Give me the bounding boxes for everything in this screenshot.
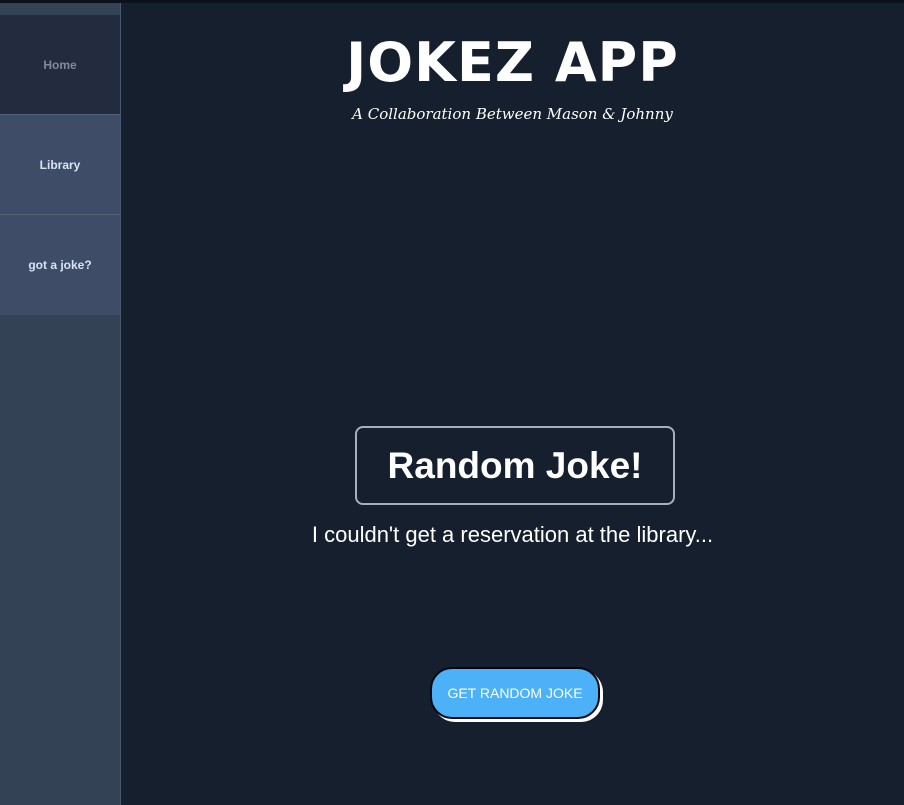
sidebar-item-home[interactable]: Home: [0, 15, 120, 115]
random-joke-heading: Random Joke!: [355, 426, 675, 505]
joke-text: I couldn't get a reservation at the libr…: [311, 522, 714, 547]
sidebar-item-label: Home: [43, 57, 77, 72]
app-subtitle: A Collaboration Between Mason & Johnny: [352, 105, 673, 123]
get-random-joke-button[interactable]: GET RANDOM JOKE: [430, 667, 600, 719]
main-content: JOKEZ APP A Collaboration Between Mason …: [121, 3, 904, 805]
sidebar-top-strip: [0, 3, 120, 15]
sidebar-item-label: Library: [39, 157, 81, 172]
sidebar: Home Library got a joke?: [0, 3, 121, 805]
sidebar-item-label: got a joke?: [28, 258, 92, 272]
sidebar-item-got-a-joke[interactable]: got a joke?: [0, 215, 120, 315]
sidebar-item-library[interactable]: Library: [0, 115, 120, 215]
app-title: JOKEZ APP: [346, 31, 679, 94]
